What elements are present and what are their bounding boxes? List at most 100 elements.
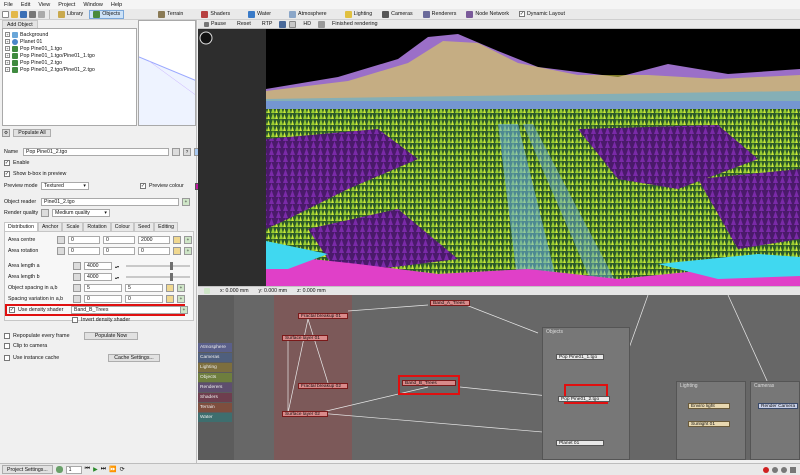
tree-item[interactable]: + Background — [5, 31, 134, 38]
object-reader-field[interactable]: Pine01_2.tgo — [41, 198, 179, 206]
preview-colour-checkbox[interactable]: ✓ — [140, 183, 146, 189]
node-pop-pine01-2[interactable]: Pop Pine01_2.tgo — [558, 396, 610, 402]
instance-cache-checkbox[interactable] — [4, 355, 10, 361]
node-sunlight-01[interactable]: Sunlight 01 — [688, 421, 730, 427]
number-icon[interactable] — [73, 262, 81, 270]
node-planet-01[interactable]: Planet 01 — [556, 440, 604, 446]
rewind-icon[interactable]: ⏮ — [85, 466, 90, 473]
expand-icon[interactable]: + — [5, 39, 10, 44]
area-length-a-slider[interactable] — [126, 262, 191, 270]
cache-settings-button[interactable]: Cache Settings... — [108, 354, 160, 362]
render-quality-icon[interactable] — [41, 209, 49, 217]
cameras-button[interactable]: Cameras — [378, 10, 417, 19]
vector-icon[interactable] — [73, 284, 81, 292]
use-density-shader-checkbox[interactable]: ✓ — [9, 307, 15, 313]
node-surface-layer-01[interactable]: Surface layer 01 — [282, 335, 328, 341]
stepper-icon[interactable]: ▴▾ — [115, 275, 119, 280]
tree-item[interactable]: + Pop Pine01_1.tgo/Pine01_1.tgo — [5, 52, 134, 59]
enable-checkbox[interactable]: ✓ — [4, 160, 10, 166]
add-object-button[interactable]: Add Object — [2, 20, 38, 28]
node-band-a-trees[interactable]: Band_A_Trees — [430, 300, 470, 306]
node-network-button[interactable]: Node Network — [462, 10, 513, 19]
dynamic-layout-toggle[interactable]: ✓ Dynamic Layout — [515, 10, 569, 19]
play-icon[interactable]: ▶ — [93, 466, 98, 473]
area-centre-z[interactable]: 2000 — [138, 236, 170, 244]
atmosphere-button[interactable]: Atmosphere — [285, 10, 331, 19]
area-length-a-field[interactable]: 4000 — [84, 262, 112, 270]
menu-window[interactable]: Window — [79, 2, 107, 8]
library-button[interactable]: Library — [54, 10, 87, 19]
renderers-button[interactable]: Renderers — [419, 10, 461, 19]
fast-forward-icon[interactable]: ⏩ — [109, 466, 116, 473]
expand-icon[interactable]: + — [5, 46, 10, 51]
add-node-icon[interactable]: + — [177, 284, 185, 292]
vector-icon[interactable] — [73, 295, 81, 303]
tab-editing[interactable]: Editing — [154, 222, 178, 231]
add-node-icon[interactable]: + — [177, 295, 185, 303]
pick-icon[interactable] — [166, 295, 174, 303]
pick-icon[interactable] — [166, 284, 174, 292]
density-shader-field[interactable]: Band_B_Trees — [71, 306, 181, 314]
populate-all-button[interactable]: Populate All — [13, 128, 51, 137]
tree-item[interactable]: + Pop Pine01_1.tgo — [5, 45, 134, 52]
node-surface-layer-02[interactable]: Surface layer 02 — [282, 411, 328, 417]
node-network-view[interactable]: Atmosphere Cameras Lighting Objects Rend… — [198, 295, 800, 460]
repopulate-checkbox[interactable] — [4, 333, 10, 339]
render-viewport[interactable] — [198, 29, 800, 286]
shaders-button[interactable]: Shaders — [197, 10, 234, 19]
loop-icon[interactable]: ⟳ — [120, 466, 125, 473]
pick-icon[interactable] — [173, 236, 181, 244]
add-node-icon[interactable]: + — [184, 247, 192, 255]
water-button[interactable]: Water — [244, 10, 275, 19]
populate-now-button[interactable]: Populate Now — [84, 332, 138, 340]
objects-button[interactable]: Objects — [89, 9, 125, 19]
animation-icon[interactable] — [55, 466, 63, 473]
render-quality-select[interactable]: Medium quality ▾ — [52, 209, 110, 217]
hd-button[interactable]: HD — [299, 20, 315, 29]
area-centre-x[interactable]: 0 — [68, 236, 100, 244]
gear-icon[interactable]: ⚙ — [2, 128, 10, 137]
node-enviro-light[interactable]: Enviro light — [688, 403, 730, 409]
pick-icon[interactable] — [173, 247, 181, 255]
show-bbox-checkbox[interactable]: ✓ — [4, 171, 10, 177]
save-icon[interactable] — [20, 10, 27, 18]
render-icon[interactable] — [29, 10, 36, 18]
link-icon[interactable] — [172, 148, 180, 156]
object-spacing-a[interactable]: 5 — [84, 284, 122, 292]
dynamic-layout-checkbox[interactable]: ✓ — [518, 11, 525, 17]
tab-distribution[interactable]: Distribution — [4, 222, 38, 231]
node-render-camera[interactable]: Render Camera — [758, 403, 798, 409]
expand-icon[interactable]: + — [5, 60, 10, 65]
tab-anchor[interactable]: Anchor — [37, 222, 63, 231]
area-rotation-z[interactable]: 0 — [138, 247, 170, 255]
vector-icon[interactable] — [57, 236, 65, 244]
node-fractal-breakup-01[interactable]: Fractal breakup 01 — [298, 313, 348, 319]
print-icon[interactable] — [38, 10, 45, 18]
menu-help[interactable]: Help — [107, 2, 126, 8]
reset-button[interactable]: Reset — [233, 20, 255, 29]
add-icon[interactable] — [204, 288, 210, 294]
pause-button[interactable]: Pause — [200, 20, 230, 29]
tab-rotation[interactable]: Rotation — [83, 222, 111, 231]
spacing-variation-a[interactable]: 0 — [84, 295, 122, 303]
expand-icon[interactable]: + — [5, 32, 10, 37]
aspect-icon[interactable] — [289, 20, 297, 28]
add-node-icon[interactable]: + — [182, 198, 190, 206]
step-forward-icon[interactable]: ⏭ — [101, 466, 106, 473]
menu-edit[interactable]: Edit — [17, 2, 34, 8]
help-icon[interactable]: ? — [183, 148, 191, 156]
key-icon[interactable] — [781, 466, 787, 473]
stepper-icon[interactable]: ▴▾ — [115, 264, 119, 269]
expand-icon[interactable]: + — [5, 53, 10, 58]
expand-icon[interactable]: + — [5, 67, 10, 72]
project-settings-button[interactable]: Project Settings... — [2, 465, 53, 474]
object-spacing-b[interactable]: 5 — [125, 284, 163, 292]
camera-view-icon[interactable] — [279, 20, 287, 28]
tree-item[interactable]: + Planet 01 — [5, 38, 134, 45]
open-folder-icon[interactable] — [11, 10, 18, 18]
tree-item[interactable]: + Pop Pine01_2.tgo/Pine01_2.tgo — [5, 66, 134, 73]
invert-density-checkbox[interactable] — [72, 317, 78, 323]
area-length-b-slider[interactable] — [126, 273, 191, 281]
tab-seed[interactable]: Seed — [134, 222, 155, 231]
area-centre-y[interactable]: 0 — [103, 236, 135, 244]
